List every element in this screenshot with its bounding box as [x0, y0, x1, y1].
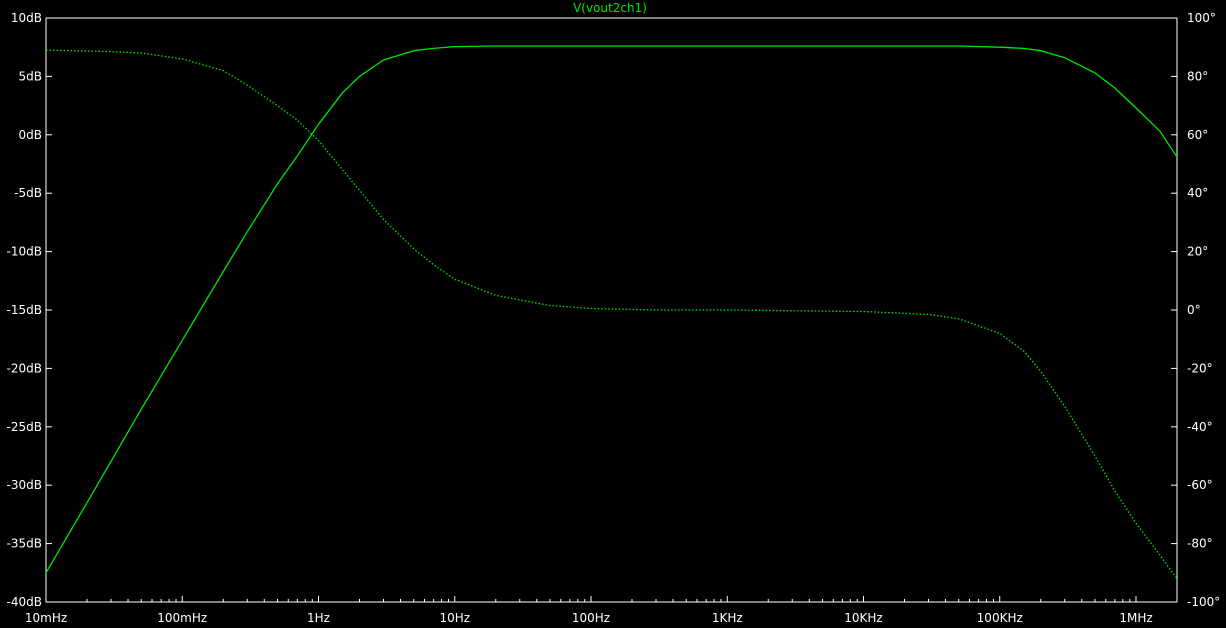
y-right-tick-label: 80°: [1187, 69, 1208, 83]
y-left-tick-label: -25dB: [7, 420, 42, 434]
x-tick-label: 100Hz: [572, 611, 610, 625]
y-right-tick-label: -100°: [1187, 595, 1220, 609]
y-right-tick-label: 40°: [1187, 186, 1208, 200]
x-tick-label: 100mHz: [157, 611, 207, 625]
x-tick-label: 1MHz: [1119, 611, 1152, 625]
trace-title[interactable]: V(vout2ch1): [573, 1, 647, 15]
y-left-tick-label: -40dB: [7, 595, 42, 609]
y-right-tick-label: 60°: [1187, 128, 1208, 142]
y-left-tick-label: 0dB: [19, 128, 42, 142]
y-left-tick-label: -5dB: [14, 186, 42, 200]
y-right-tick-label: 20°: [1187, 245, 1208, 259]
y-left-tick-label: -10dB: [7, 245, 42, 259]
y-right-tick-label: -40°: [1187, 420, 1213, 434]
x-tick-label: 1Hz: [307, 611, 330, 625]
y-left-tick-label: 10dB: [11, 11, 42, 25]
y-left-tick-label: -20dB: [7, 361, 42, 375]
x-tick-label: 100KHz: [977, 611, 1023, 625]
y-left-tick-label: 5dB: [19, 69, 42, 83]
y-right-tick-label: 0°: [1187, 303, 1201, 317]
y-right-tick-label: -20°: [1187, 361, 1213, 375]
x-tick-label: 1KHz: [712, 611, 743, 625]
x-tick-label: 10Hz: [439, 611, 470, 625]
y-right-tick-label: -80°: [1187, 537, 1213, 551]
y-left-tick-label: -30dB: [7, 478, 42, 492]
y-left-tick-label: -35dB: [7, 537, 42, 551]
x-tick-label: 10mHz: [25, 611, 67, 625]
x-tick-label: 10KHz: [844, 611, 882, 625]
y-right-tick-label: -60°: [1187, 478, 1213, 492]
y-left-tick-label: -15dB: [7, 303, 42, 317]
bode-plot: V(vout2ch1) 10mHz 100mHz 1Hz 10Hz 100Hz 1KHz 1…: [0, 0, 1226, 628]
plot-background: [0, 0, 1226, 628]
y-right-tick-label: 100°: [1187, 11, 1216, 25]
